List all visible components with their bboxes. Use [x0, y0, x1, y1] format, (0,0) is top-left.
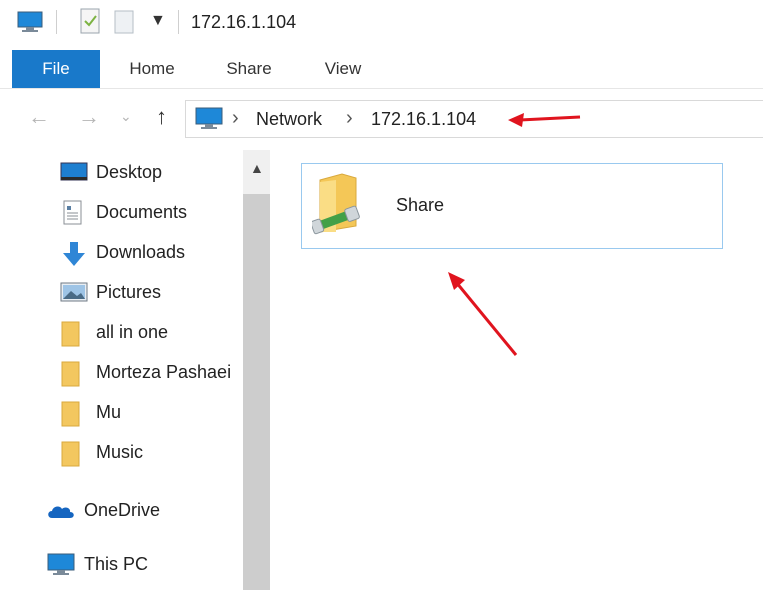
folder-icon — [61, 361, 80, 387]
customize-toolbar-icon[interactable]: ▼ — [150, 12, 166, 30]
content-pane: Share — [270, 150, 763, 590]
tab-home[interactable]: Home — [112, 50, 192, 88]
nav-item-label: This PC — [84, 554, 149, 574]
scrollbar-thumb[interactable] — [243, 194, 270, 590]
address-row: ← → ⌄ ↑ › Network › 172.16.1.104 — [0, 96, 763, 142]
nav-item-mu[interactable]: Mu — [46, 394, 246, 430]
folder-icon — [61, 401, 80, 427]
tab-share[interactable]: Share — [212, 50, 286, 88]
back-arrow-icon[interactable]: ← — [28, 104, 50, 130]
breadcrumb-chevron-icon[interactable]: › — [346, 107, 353, 130]
this-pc-icon — [47, 553, 75, 575]
nav-scrollbar[interactable]: ▲ — [243, 150, 270, 590]
nav-item-label: Downloads — [96, 242, 186, 262]
ribbon: File Home Share View — [0, 50, 763, 89]
nav-item-label: OneDrive — [84, 500, 161, 520]
scroll-up-arrow-icon[interactable]: ▲ — [250, 160, 264, 176]
folder-icon — [61, 441, 80, 467]
breadcrumb-host[interactable]: 172.16.1.104 — [371, 109, 476, 130]
nav-item-label: Documents — [96, 202, 188, 222]
nav-item-morteza-pashaei[interactable]: Morteza Pashaei — [46, 354, 246, 390]
folder-icon — [61, 321, 80, 347]
network-share-tile[interactable]: Share — [301, 163, 723, 249]
nav-item-label: Pictures — [96, 282, 162, 302]
recent-locations-chevron-icon[interactable]: ⌄ — [120, 108, 132, 125]
title-bar: ▼ 172.16.1.104 — [0, 0, 763, 44]
nav-item-label: Music — [96, 442, 144, 462]
nav-item-all-in-one[interactable]: all in one — [46, 314, 246, 350]
toolbar-separator — [178, 10, 179, 34]
tab-view[interactable]: View — [308, 50, 378, 88]
nav-item-documents[interactable]: Documents 📌 — [46, 194, 284, 230]
downloads-icon — [63, 242, 85, 266]
nav-item-desktop[interactable]: Desktop 📌 — [46, 154, 284, 190]
new-folder-icon[interactable] — [114, 8, 134, 34]
onedrive-icon — [48, 506, 74, 518]
navigation-pane: Desktop 📌 Documents 📌 Downloads 📌 Pictur… — [0, 150, 284, 590]
nav-item-pictures[interactable]: Pictures 📌 — [46, 274, 284, 310]
nav-item-this-pc[interactable]: This PC — [44, 546, 264, 582]
nav-item-label: Morteza Pashaei — [96, 362, 232, 382]
share-folder-label: Share — [396, 195, 445, 215]
computer-icon[interactable] — [16, 10, 44, 34]
properties-icon[interactable] — [80, 8, 100, 34]
nav-item-onedrive[interactable]: OneDrive — [44, 492, 264, 528]
address-bar[interactable]: › Network › 172.16.1.104 — [185, 100, 763, 138]
breadcrumb-network[interactable]: Network — [256, 109, 322, 130]
desktop-icon — [60, 162, 88, 181]
nav-item-label: Desktop — [96, 162, 163, 182]
breadcrumb-chevron-icon[interactable]: › — [232, 107, 239, 130]
forward-arrow-icon[interactable]: → — [78, 104, 100, 130]
nav-item-label: Mu — [96, 402, 122, 422]
up-arrow-icon[interactable]: ↑ — [156, 104, 167, 130]
nav-item-music[interactable]: Music — [46, 434, 246, 470]
nav-item-downloads[interactable]: Downloads 📌 — [46, 234, 284, 270]
computer-icon — [195, 107, 223, 129]
tab-file[interactable]: File — [12, 50, 100, 88]
pictures-icon — [60, 282, 88, 302]
toolbar-separator — [56, 10, 57, 34]
network-share-folder-icon — [312, 173, 360, 235]
documents-icon — [63, 200, 82, 225]
nav-item-label: all in one — [96, 322, 169, 342]
window-title: 172.16.1.104 — [191, 12, 297, 32]
